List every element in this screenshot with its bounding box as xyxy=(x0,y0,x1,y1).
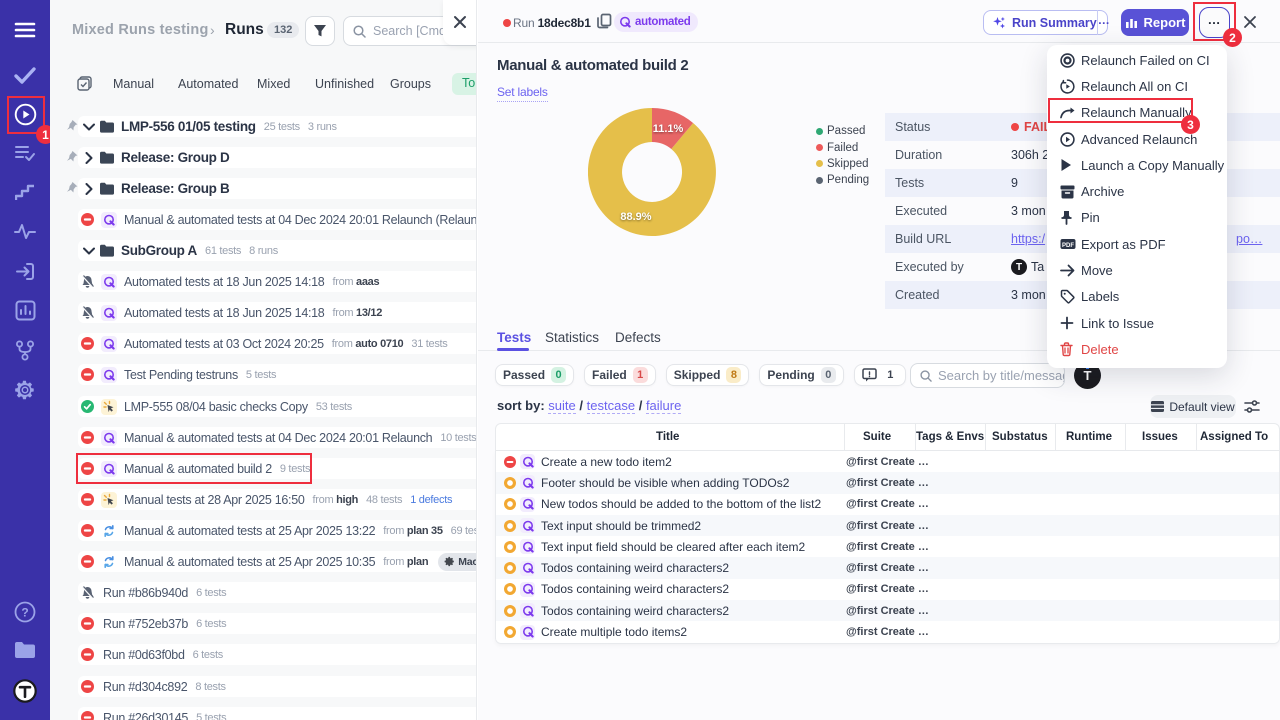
svg-text:88.9%: 88.9% xyxy=(620,211,651,223)
svg-text:11.1%: 11.1% xyxy=(653,123,684,135)
svg-text:PDF: PDF xyxy=(1062,243,1074,249)
svg-text:?: ? xyxy=(21,606,28,620)
